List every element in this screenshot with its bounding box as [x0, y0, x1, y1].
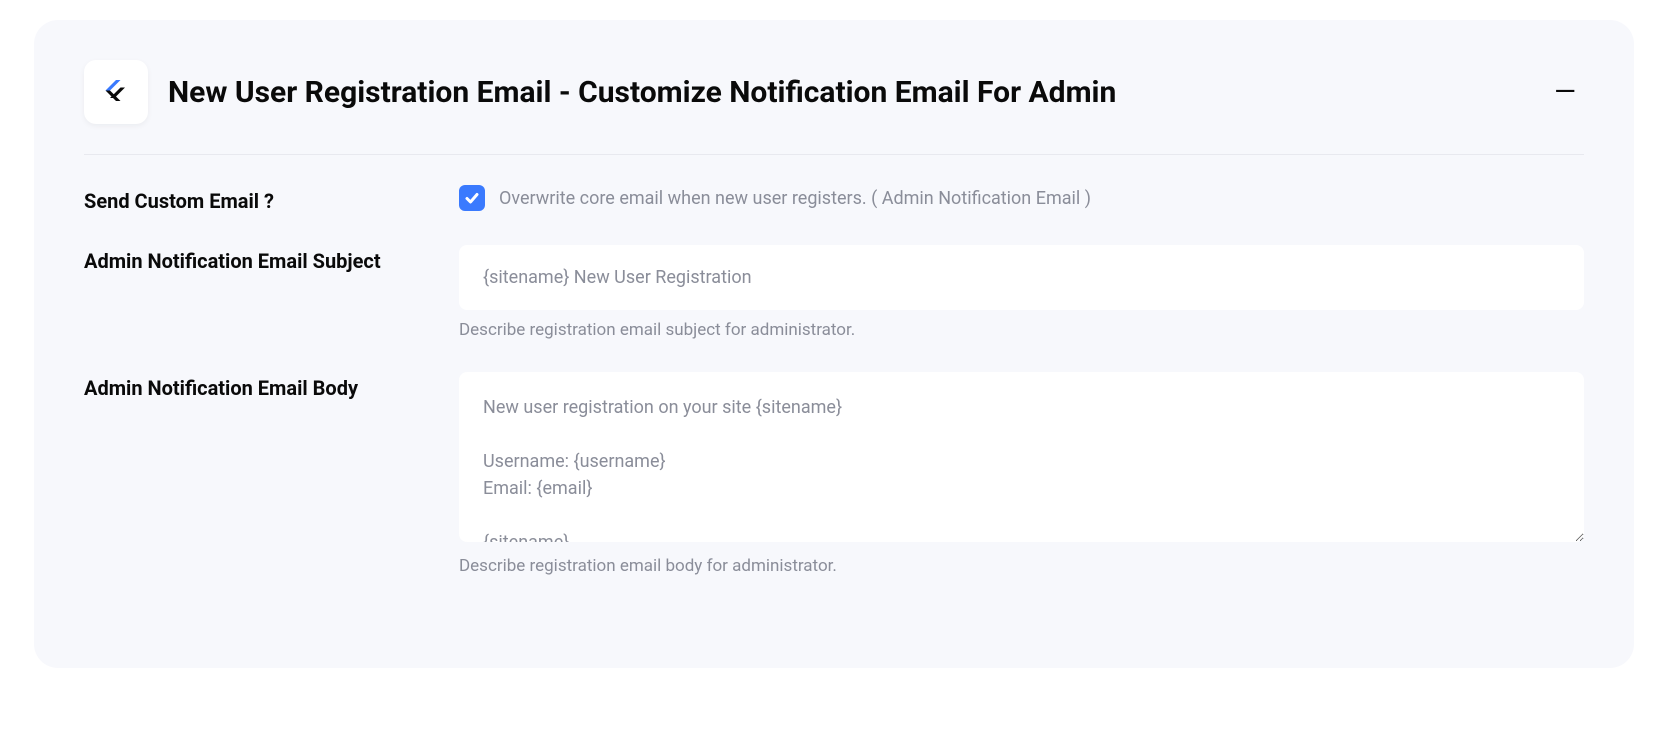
field-label-send-custom: Send Custom Email ?: [84, 185, 459, 213]
field-label-admin-body: Admin Notification Email Body: [84, 372, 459, 400]
product-logo: [84, 60, 148, 124]
check-icon: [464, 190, 480, 206]
checkbox-label: Overwrite core email when new user regis…: [499, 188, 1091, 209]
field-row-admin-body: Admin Notification Email Body Describe r…: [84, 372, 1584, 576]
field-row-send-custom: Send Custom Email ? Overwrite core email…: [84, 185, 1584, 213]
card-header: New User Registration Email - Customize …: [84, 60, 1584, 155]
helper-text: Describe registration email body for adm…: [459, 556, 1584, 576]
admin-subject-input[interactable]: [459, 245, 1584, 310]
collapse-toggle[interactable]: —: [1546, 74, 1584, 110]
field-label-admin-subject: Admin Notification Email Subject: [84, 245, 459, 273]
admin-body-textarea[interactable]: [459, 372, 1584, 542]
field-control: Overwrite core email when new user regis…: [459, 185, 1584, 211]
minus-icon: —: [1554, 75, 1576, 108]
settings-card: New User Registration Email - Customize …: [34, 20, 1634, 668]
arrows-icon: [98, 74, 134, 110]
field-control: Describe registration email body for adm…: [459, 372, 1584, 576]
send-custom-email-checkbox[interactable]: [459, 185, 485, 211]
field-row-admin-subject: Admin Notification Email Subject Describ…: [84, 245, 1584, 340]
helper-text: Describe registration email subject for …: [459, 320, 1584, 340]
page-title: New User Registration Email - Customize …: [168, 75, 1116, 110]
header-left: New User Registration Email - Customize …: [84, 60, 1116, 124]
checkbox-wrapper: Overwrite core email when new user regis…: [459, 185, 1584, 211]
field-control: Describe registration email subject for …: [459, 245, 1584, 340]
